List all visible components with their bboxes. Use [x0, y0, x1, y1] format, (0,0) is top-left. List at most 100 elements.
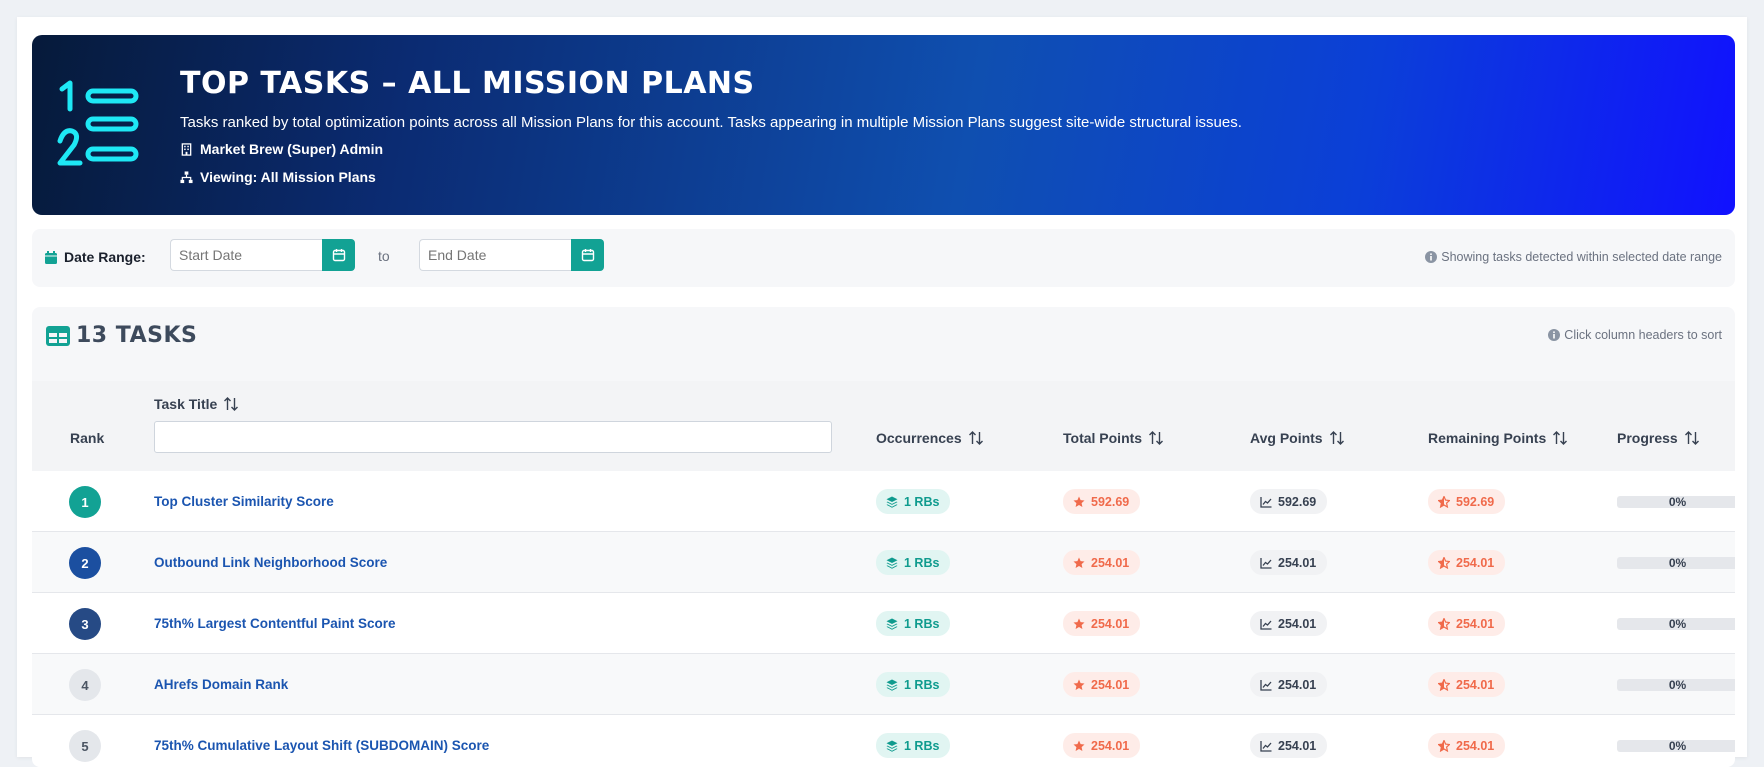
building-icon	[181, 142, 192, 156]
avg-points-badge: 254.01	[1250, 672, 1328, 697]
column-remaining-points[interactable]: Remaining Points	[1428, 430, 1568, 446]
sort-hint: Click column headers to sort	[1548, 328, 1722, 342]
remaining-points-badge: 592.69	[1428, 489, 1506, 514]
table-icon	[46, 325, 70, 346]
occurrences-badge: 1 RBs	[876, 550, 951, 575]
tasks-count-title: 13 Tasks	[45, 323, 197, 348]
table-row[interactable]: 1 Top Cluster Similarity Score 1 RBs 592.69…	[32, 471, 1735, 532]
occurrences-badge: 1 RBs	[876, 733, 951, 758]
chart-line-icon	[1260, 618, 1272, 630]
date-range-to-label: to	[378, 248, 390, 264]
rank-badge: 2	[69, 547, 101, 579]
column-progress[interactable]: Progress	[1617, 430, 1700, 446]
calendar-icon	[332, 249, 345, 262]
column-avg-points[interactable]: Avg Points	[1250, 430, 1345, 446]
task-title-link[interactable]: Top Cluster Similarity Score	[154, 494, 334, 509]
rank-badge: 4	[69, 669, 101, 701]
star-half-icon	[1438, 739, 1450, 752]
rank-badge: 1	[69, 486, 101, 518]
table-row[interactable]: 2 Outbound Link Neighborhood Score 1 RBs 25…	[32, 532, 1735, 593]
tasks-panel: 13 Tasks Click column headers to sort Ra…	[32, 307, 1735, 767]
occurrences-badge: 1 RBs	[876, 489, 951, 514]
viewing-info: Viewing: All Mission Plans	[180, 169, 376, 185]
progress-bar: 0%	[1617, 556, 1735, 570]
remaining-points-badge: 254.01	[1428, 672, 1506, 697]
end-date-input[interactable]	[419, 239, 571, 271]
avg-points-badge: 254.01	[1250, 733, 1328, 758]
star-icon	[1073, 618, 1085, 629]
info-icon	[1548, 329, 1561, 341]
task-title-link[interactable]: 75th% Largest Contentful Paint Score	[154, 616, 396, 631]
total-points-badge: 254.01	[1063, 733, 1141, 758]
progress-bar: 0%	[1617, 617, 1735, 631]
rank-badge: 3	[69, 608, 101, 640]
total-points-badge: 592.69	[1063, 489, 1141, 514]
star-half-icon	[1438, 678, 1450, 691]
rank-badge: 5	[69, 730, 101, 762]
sort-icon	[1684, 431, 1699, 445]
end-date-picker-button[interactable]	[571, 239, 604, 271]
progress-bar: 0%	[1617, 678, 1735, 692]
sort-icon	[224, 397, 239, 411]
page-title: Top Tasks – All Mission Plans	[180, 66, 755, 101]
layers-icon	[886, 496, 898, 508]
remaining-points-badge: 254.01	[1428, 550, 1506, 575]
column-total-points[interactable]: Total Points	[1063, 430, 1164, 446]
star-icon	[1073, 496, 1085, 507]
sitemap-icon	[180, 170, 193, 183]
chart-line-icon	[1260, 740, 1272, 752]
account-info: Market Brew (Super) Admin	[180, 141, 383, 157]
star-half-icon	[1438, 495, 1450, 508]
progress-bar: 0%	[1617, 739, 1735, 753]
table-row[interactable]: 4 AHrefs Domain Rank 1 RBs 254.01 254.01 254.…	[32, 654, 1735, 715]
star-half-icon	[1438, 556, 1450, 569]
viewing-label: Viewing: All Mission Plans	[200, 169, 376, 185]
sort-icon	[1553, 431, 1568, 445]
star-icon	[1073, 679, 1085, 690]
total-points-badge: 254.01	[1063, 672, 1141, 697]
layers-icon	[886, 740, 898, 752]
total-points-badge: 254.01	[1063, 611, 1141, 636]
star-icon	[1073, 740, 1085, 751]
task-title-link[interactable]: 75th% Cumulative Layout Shift (SUBDOMAIN…	[154, 738, 489, 753]
calendar-icon	[45, 250, 57, 264]
table-header: Rank Task Title Occurrences Total Points…	[32, 381, 1735, 471]
column-task-title[interactable]: Task Title	[154, 396, 239, 412]
list-ol-icon	[57, 80, 139, 166]
page-container: Top Tasks – All Mission Plans Tasks rank…	[17, 17, 1747, 767]
chart-line-icon	[1260, 679, 1272, 691]
date-range-filter: Date Range: to Showing tasks detected wi…	[32, 229, 1735, 287]
sort-icon	[1329, 431, 1344, 445]
layers-icon	[886, 679, 898, 691]
info-icon	[1425, 251, 1438, 263]
chart-line-icon	[1260, 496, 1272, 508]
remaining-points-badge: 254.01	[1428, 733, 1506, 758]
date-range-label: Date Range:	[45, 249, 146, 265]
column-rank: Rank	[70, 430, 105, 446]
start-date-input[interactable]	[170, 239, 322, 271]
layers-icon	[886, 618, 898, 630]
occurrences-badge: 1 RBs	[876, 611, 951, 636]
sort-icon	[1149, 431, 1164, 445]
remaining-points-badge: 254.01	[1428, 611, 1506, 636]
column-occurrences[interactable]: Occurrences	[876, 430, 984, 446]
layers-icon	[886, 557, 898, 569]
task-title-link[interactable]: Outbound Link Neighborhood Score	[154, 555, 387, 570]
occurrences-badge: 1 RBs	[876, 672, 951, 697]
start-date-picker-button[interactable]	[322, 239, 355, 271]
account-name: Market Brew (Super) Admin	[200, 141, 384, 157]
calendar-icon	[581, 249, 594, 262]
progress-bar: 0%	[1617, 495, 1735, 509]
task-title-filter-input[interactable]	[154, 421, 832, 453]
avg-points-badge: 254.01	[1250, 611, 1328, 636]
date-range-note: Showing tasks detected within selected d…	[1425, 250, 1722, 264]
page-header: Top Tasks – All Mission Plans Tasks rank…	[32, 35, 1735, 215]
table-row[interactable]: 5 75th% Cumulative Layout Shift (SUBDOMAI…	[32, 715, 1735, 767]
sort-icon	[968, 431, 983, 445]
total-points-badge: 254.01	[1063, 550, 1141, 575]
star-icon	[1073, 557, 1085, 568]
table-row[interactable]: 3 75th% Largest Contentful Paint Score 1 R…	[32, 593, 1735, 654]
avg-points-badge: 254.01	[1250, 550, 1328, 575]
page-description: Tasks ranked by total optimization point…	[180, 114, 1242, 131]
task-title-link[interactable]: AHrefs Domain Rank	[154, 677, 288, 692]
